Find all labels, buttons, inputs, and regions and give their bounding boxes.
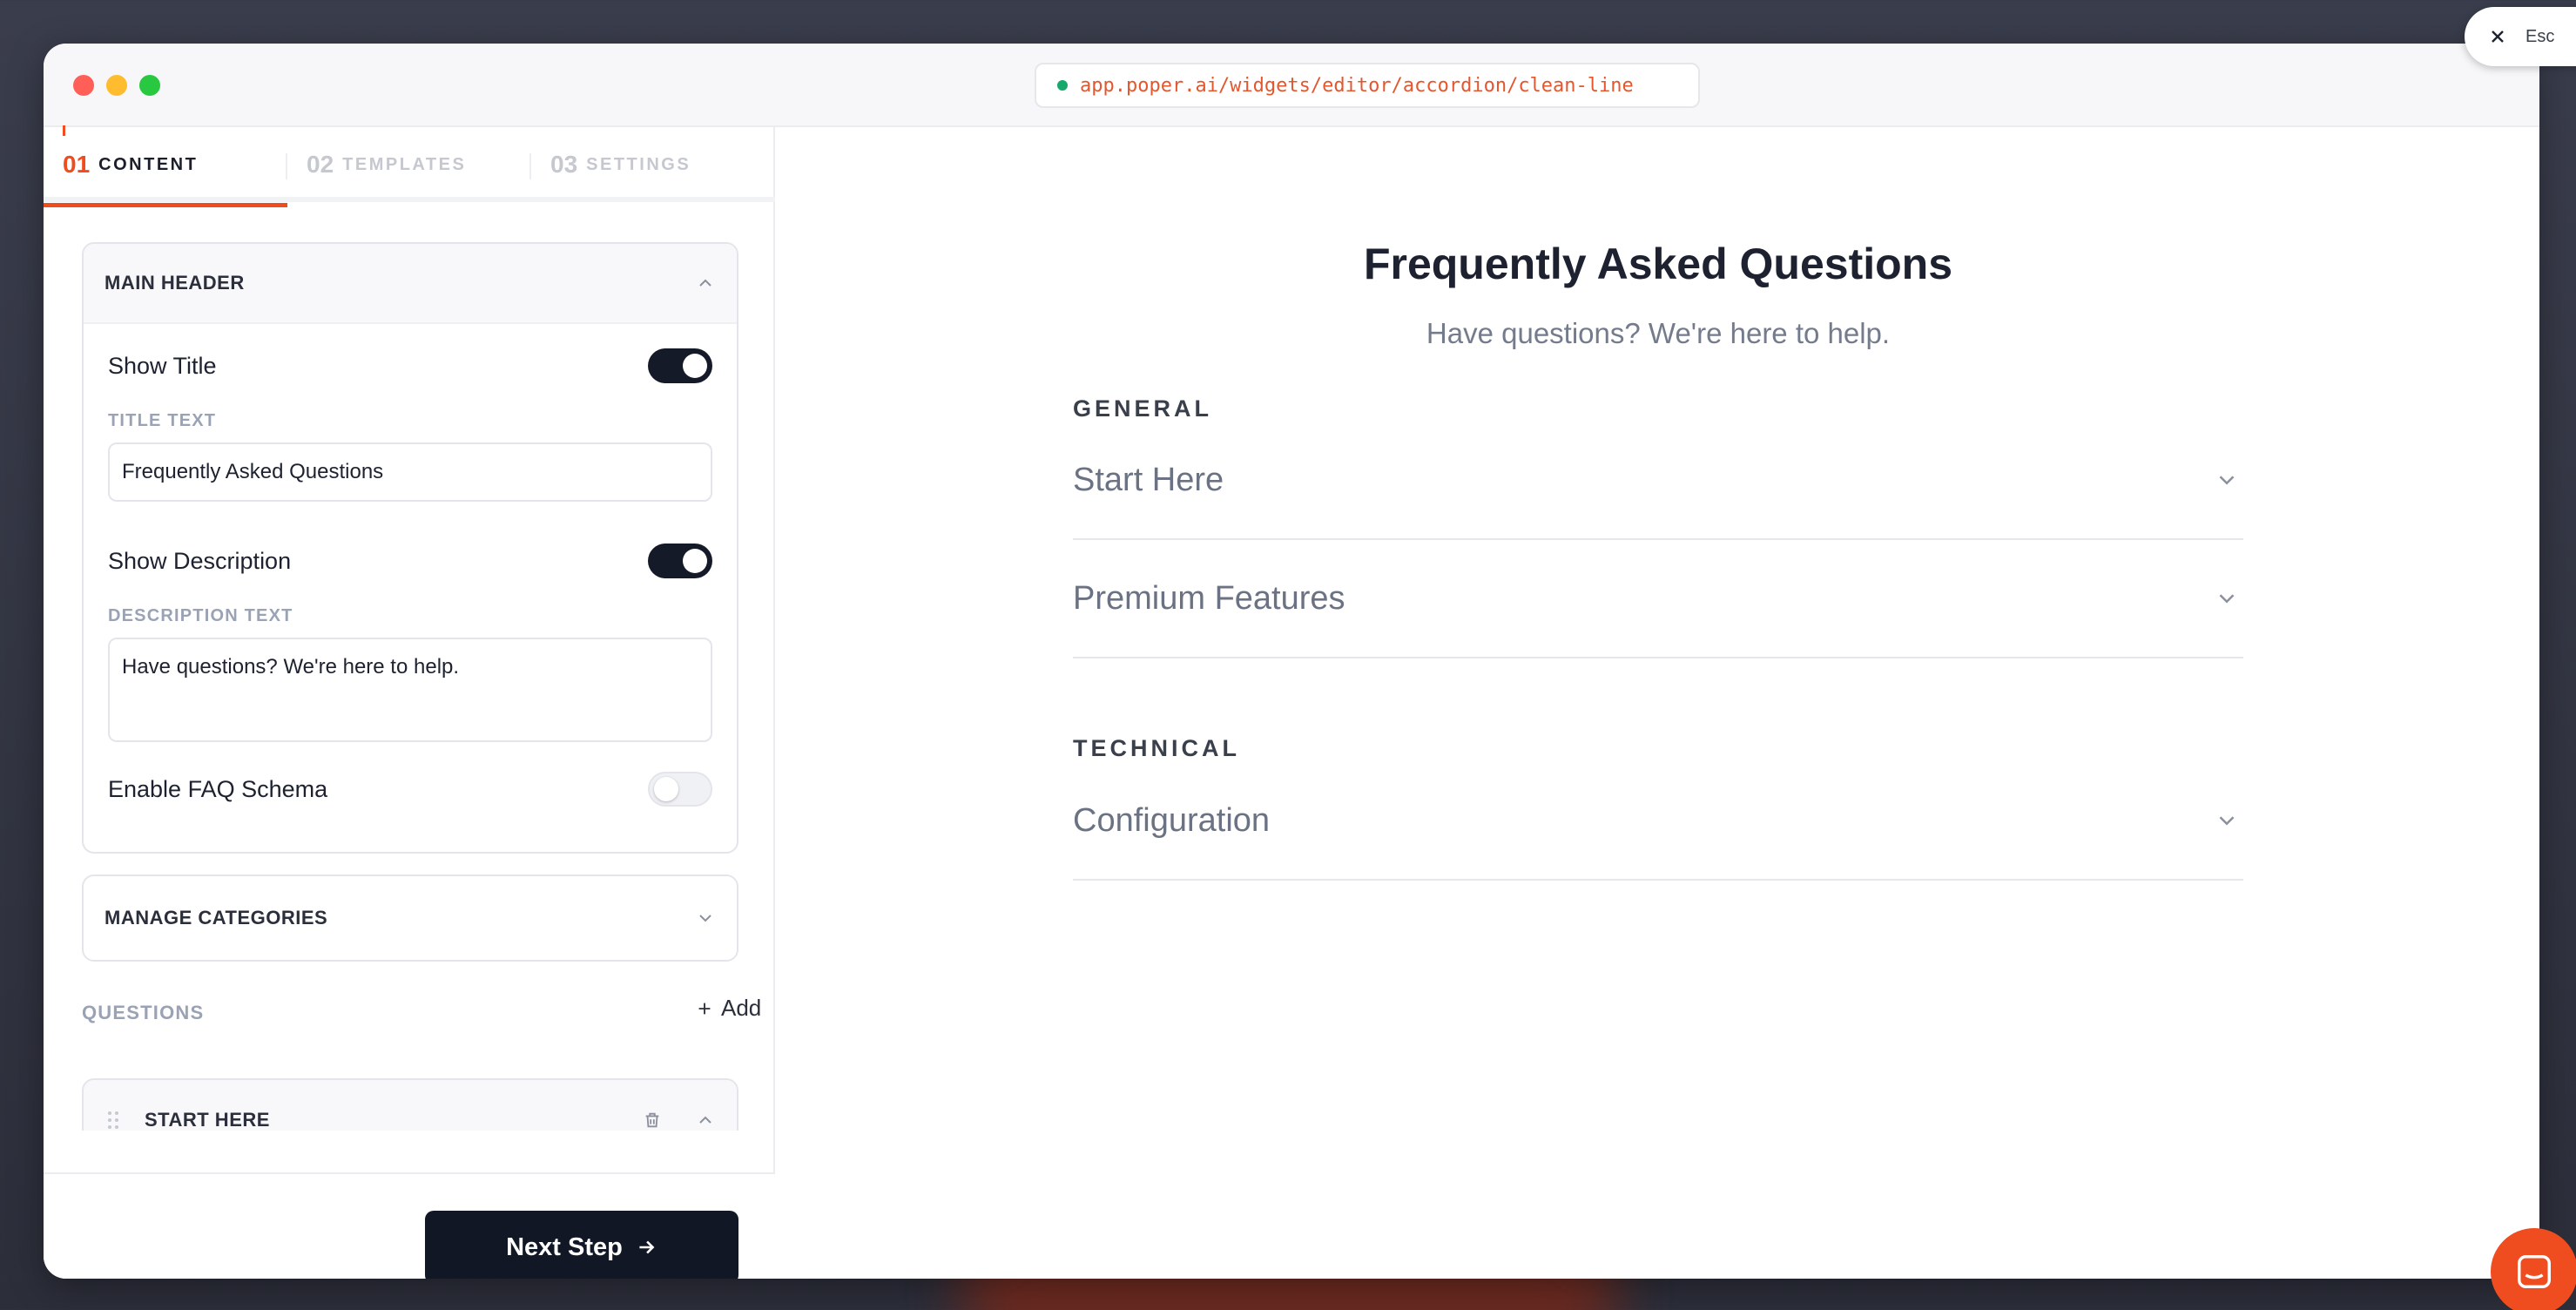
chevron-down-icon (699, 915, 711, 922)
category-heading-general: GENERAL (1073, 395, 1213, 422)
show-description-row: Show Description (108, 544, 712, 578)
faq-question: Start Here (1073, 461, 1224, 498)
secure-indicator-icon (1057, 80, 1068, 91)
faq-item-premium-features[interactable]: Premium Features (1073, 540, 2243, 658)
faq-item-start-here[interactable]: Start Here (1073, 422, 2243, 540)
show-description-toggle[interactable] (648, 544, 712, 578)
next-step-label: Next Step (506, 1232, 623, 1261)
arrow-right-icon (639, 1240, 655, 1254)
drag-handle-icon[interactable] (105, 1109, 122, 1131)
faq-schema-toggle[interactable] (648, 772, 712, 807)
plus-icon (698, 1003, 711, 1014)
faq-schema-row: Enable FAQ Schema (108, 772, 712, 807)
faq-item-configuration[interactable]: Configuration (1073, 762, 2243, 881)
tab-label: TEMPLATES (342, 154, 467, 174)
minimize-window-dot[interactable] (106, 75, 127, 96)
chevron-down-icon (2219, 594, 2235, 604)
tab-content[interactable]: 01 CONTENT (44, 125, 287, 207)
faq-schema-label: Enable FAQ Schema (108, 775, 328, 802)
tab-label: CONTENT (98, 154, 199, 174)
chevron-up-icon[interactable] (695, 1110, 716, 1131)
preview-subtitle: Have questions? We're here to help. (1426, 317, 1891, 349)
title-text-label: TITLE TEXT (108, 411, 217, 430)
manage-categories-card[interactable]: MANAGE CATEGORIES (82, 874, 738, 962)
faq-question: Premium Features (1073, 579, 1345, 617)
main-header-toggle[interactable]: MAIN HEADER (84, 244, 737, 324)
faq-question: Configuration (1073, 801, 1271, 839)
tab-templates[interactable]: 02 TEMPLATES (287, 127, 531, 202)
close-modal-button[interactable]: Esc (2465, 7, 2576, 66)
tab-number: 03 (550, 151, 578, 178)
show-title-label: Show Title (108, 352, 217, 379)
description-text-label: DESCRIPTION TEXT (108, 606, 293, 625)
url-text: app.poper.ai/widgets/editor/accordion/cl… (1080, 74, 1634, 97)
chevron-up-icon (699, 279, 711, 287)
question-title-group: START HERE (105, 1109, 270, 1131)
trash-icon[interactable] (643, 1111, 662, 1130)
question-actions (643, 1110, 716, 1131)
question-card: START HERE (82, 1078, 738, 1131)
description-text-input[interactable]: Have questions? We're here to help. (108, 638, 712, 742)
maximize-window-dot[interactable] (139, 75, 160, 96)
address-bar[interactable]: app.poper.ai/widgets/editor/accordion/cl… (1035, 63, 1700, 108)
category-heading-technical: TECHNICAL (1073, 735, 1240, 761)
chevron-down-icon (2219, 816, 2235, 826)
question-card-header[interactable]: START HERE (84, 1080, 737, 1131)
next-step-button[interactable]: Next Step (425, 1211, 738, 1279)
title-text-input[interactable] (108, 442, 712, 502)
step-tabs: 01 CONTENT 02 TEMPLATES 03 SETTINGS (44, 125, 775, 207)
close-icon (2492, 30, 2504, 43)
card-title: MAIN HEADER (105, 272, 245, 294)
question-title: START HERE (145, 1109, 270, 1131)
show-description-label: Show Description (108, 547, 292, 574)
add-label: Add (721, 995, 762, 1021)
questions-label: QUESTIONS (82, 1002, 205, 1023)
window-controls (73, 75, 160, 96)
widget-preview: Frequently Asked Questions Have question… (777, 127, 2539, 1279)
close-window-dot[interactable] (73, 75, 94, 96)
editor-footer: Next Step (44, 1172, 775, 1279)
editor-scroll-area[interactable]: MAIN HEADER Show Title TITLE TEXT Show D… (44, 207, 775, 1131)
tab-label: SETTINGS (586, 154, 691, 174)
manage-categories-toggle[interactable]: MANAGE CATEGORIES (84, 876, 737, 960)
add-question-button[interactable]: Add (695, 995, 761, 1022)
chat-icon (2518, 1255, 2551, 1288)
chevron-down-icon (2219, 476, 2235, 485)
preview-title: Frequently Asked Questions (1363, 240, 1953, 288)
window-titlebar: app.poper.ai/widgets/editor/accordion/cl… (44, 44, 2539, 127)
main-header-card: MAIN HEADER Show Title TITLE TEXT Show D… (82, 242, 738, 854)
editor-panel: 01 CONTENT 02 TEMPLATES 03 SETTINGS MAIN… (44, 125, 775, 1279)
esc-hint: Esc (2525, 26, 2555, 46)
show-title-toggle[interactable] (648, 348, 712, 383)
chat-launcher-button[interactable] (2491, 1228, 2576, 1310)
tab-settings[interactable]: 03 SETTINGS (531, 127, 775, 202)
editor-modal: app.poper.ai/widgets/editor/accordion/cl… (44, 44, 2539, 1279)
tab-number: 02 (307, 151, 334, 178)
tab-indicator (63, 125, 65, 136)
tab-number: 01 (63, 151, 91, 178)
show-title-row: Show Title (108, 348, 712, 383)
card-title: MANAGE CATEGORIES (105, 907, 328, 928)
